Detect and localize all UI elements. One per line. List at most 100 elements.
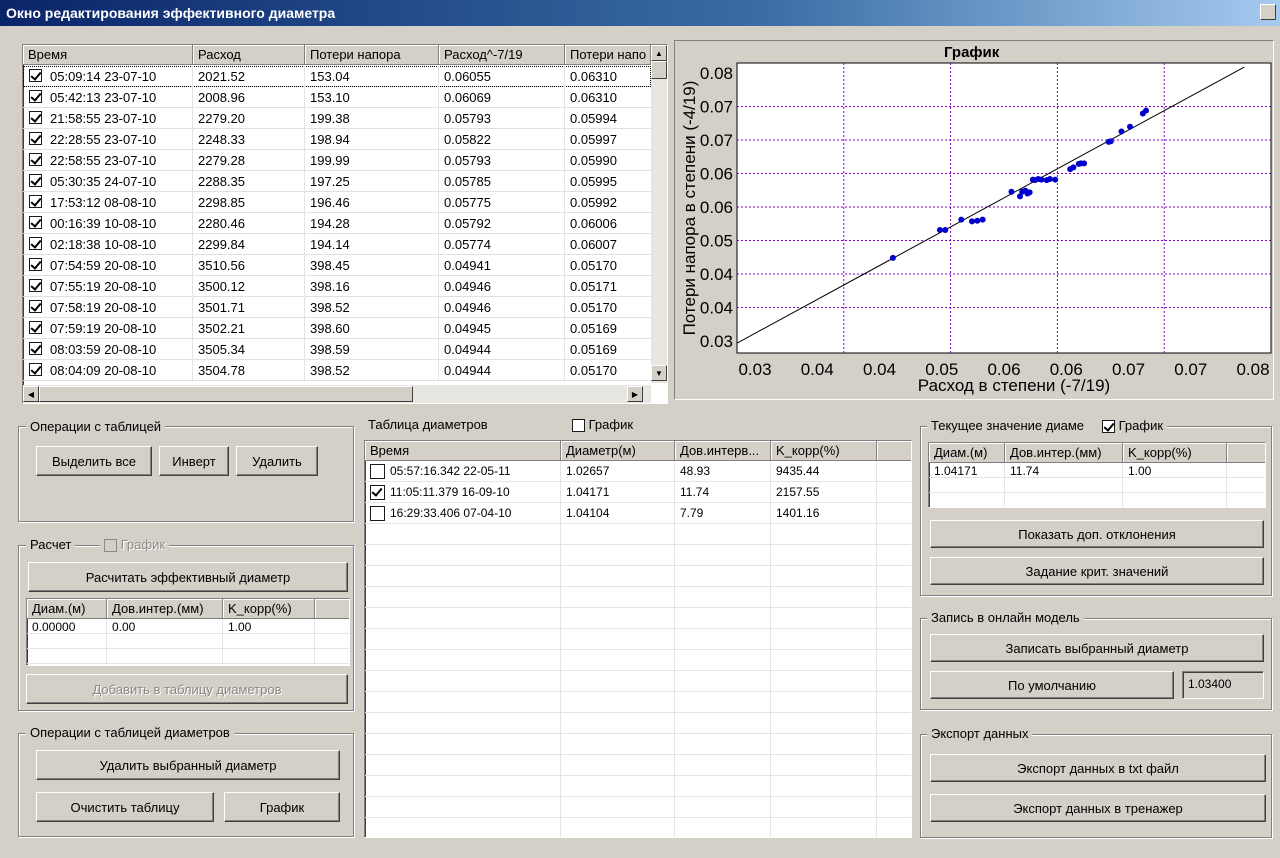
horizontal-scrollbar[interactable]: ◀ ▶ (23, 385, 651, 403)
diam-graph-button[interactable]: График (224, 792, 340, 822)
row-checkbox[interactable] (29, 300, 42, 313)
row-checkbox[interactable] (29, 153, 42, 166)
y-tick-label: 0.04 (700, 299, 733, 318)
set-critical-values-button[interactable]: Задание крит. значений (930, 557, 1264, 585)
close-icon[interactable] (1260, 4, 1276, 20)
diam-column-header[interactable]: Время (365, 441, 561, 461)
row-gridline (674, 524, 675, 545)
row-checkbox[interactable] (29, 237, 42, 250)
scroll-down-icon[interactable]: ▼ (651, 365, 667, 381)
scroll-up-icon[interactable]: ▲ (651, 45, 667, 61)
table-row[interactable]: 02:18:38 10-08-10 2299.84 194.14 0.05774 0.0… (23, 234, 651, 255)
current-graph-checkbox[interactable]: График (1102, 418, 1168, 434)
calc-column-header[interactable]: Диам.(м) (27, 599, 107, 619)
row-checkbox[interactable] (29, 342, 42, 355)
diam-table-graph-check-icon[interactable] (572, 419, 585, 433)
row-checkbox[interactable] (29, 111, 42, 124)
hscroll-thumb[interactable] (39, 386, 413, 402)
select-all-button[interactable]: Выделить все (36, 446, 152, 476)
diam-row-checkbox[interactable] (370, 464, 385, 479)
table-row[interactable]: 07:59:19 20-08-10 3502.21 398.60 0.04945 0.0… (23, 318, 651, 339)
table-row[interactable]: 07:55:19 20-08-10 3500.12 398.16 0.04946 0.0… (23, 276, 651, 297)
current-column-header[interactable]: K_корр(%) (1123, 443, 1227, 463)
default-value-field[interactable]: 1.03400 (1182, 671, 1264, 699)
export-trainer-button[interactable]: Экспорт данных в тренажер (930, 794, 1266, 822)
row-gridline (564, 192, 565, 213)
default-button[interactable]: По умолчанию (930, 671, 1174, 699)
scroll-right-icon[interactable]: ▶ (627, 386, 643, 402)
cell-loss: 153.04 (310, 69, 350, 84)
calc-result-table: Диам.(м) Дов.интер.(мм) K_корр(%) 0.00000 0.… (26, 598, 350, 666)
scroll-thumb[interactable] (651, 61, 667, 79)
row-gridline (564, 360, 565, 381)
table-row[interactable]: 22:58:55 23-07-10 2279.28 199.99 0.05793 0.0… (23, 150, 651, 171)
current-graph-check-icon[interactable] (1102, 420, 1115, 434)
diam-column-header[interactable]: K_корр(%) (771, 441, 877, 461)
table-row[interactable]: 05:09:14 23-07-10 2021.52 153.04 0.06055 0.0… (23, 66, 651, 87)
table-row[interactable]: 22:28:55 23-07-10 2248.33 198.94 0.05822 0.0… (23, 129, 651, 150)
row-gridline (438, 339, 439, 360)
add-to-diameter-table-button[interactable]: Добавить в таблицу диаметров (26, 674, 348, 704)
data-point (1046, 176, 1053, 182)
row-checkbox[interactable] (29, 195, 42, 208)
diam-table-graph-checkbox[interactable]: График (572, 417, 633, 433)
row-gridline (876, 818, 877, 837)
row-gridline (192, 276, 193, 297)
row-checkbox[interactable] (29, 279, 42, 292)
diam-row[interactable]: 05:57:16.342 22-05-11 1.02657 48.93 9435.44 (365, 461, 911, 482)
row-gridline (674, 818, 675, 837)
column-header[interactable]: Потери напо (565, 45, 651, 65)
table-row[interactable]: 17:53:12 08-08-10 2298.85 196.46 0.05775 0.0… (23, 192, 651, 213)
cell-flow-pow: 0.05785 (444, 174, 491, 189)
diam-cell-time: 11:05:11.379 16-09-10 (390, 485, 510, 499)
row-checkbox[interactable] (29, 363, 42, 376)
calc-graph-check-icon[interactable] (104, 539, 117, 553)
table-row[interactable]: 07:58:19 20-08-10 3501.71 398.52 0.04946 0.0… (23, 297, 651, 318)
current-column-header[interactable]: Диам.(м) (929, 443, 1005, 463)
cell-time: 21:58:55 23-07-10 (50, 111, 157, 126)
column-header[interactable]: Расход^-7/19 (439, 45, 565, 65)
row-checkbox[interactable] (29, 258, 42, 271)
table-row[interactable]: 05:30:35 24-07-10 2288.35 197.25 0.05785 0.0… (23, 171, 651, 192)
row-gridline (192, 108, 193, 129)
x-tick-label: 0.03 (738, 360, 771, 379)
table-row[interactable]: 00:16:39 10-08-10 2280.46 194.28 0.05792 0.0… (23, 213, 651, 234)
column-header[interactable]: Расход (193, 45, 305, 65)
row-checkbox[interactable] (29, 321, 42, 334)
row-checkbox[interactable] (29, 90, 42, 103)
column-header[interactable]: Время (23, 45, 193, 65)
current-column-header[interactable]: Дов.интер.(мм) (1005, 443, 1123, 463)
export-txt-button[interactable]: Экспорт данных в txt файл (930, 754, 1266, 782)
delete-selected-diameter-button[interactable]: Удалить выбранный диаметр (36, 750, 340, 780)
diam-row-checkbox[interactable] (370, 485, 385, 500)
diam-row[interactable]: 11:05:11.379 16-09-10 1.04171 11.74 2157.55 (365, 482, 911, 503)
row-checkbox[interactable] (29, 174, 42, 187)
row-gridline (560, 755, 561, 776)
invert-button[interactable]: Инверт (159, 446, 229, 476)
table-row[interactable]: 08:04:09 20-08-10 3504.78 398.52 0.04944 0.0… (23, 360, 651, 381)
diam-row-checkbox[interactable] (370, 506, 385, 521)
show-deviations-button[interactable]: Показать доп. отклонения (930, 520, 1264, 548)
row-checkbox[interactable] (29, 132, 42, 145)
table-row[interactable]: 07:54:59 20-08-10 3510.56 398.45 0.04941 0.0… (23, 255, 651, 276)
delete-button[interactable]: Удалить (236, 446, 318, 476)
calc-column-header[interactable]: Дов.интер.(мм) (107, 599, 223, 619)
scroll-left-icon[interactable]: ◀ (23, 386, 39, 402)
row-checkbox[interactable] (29, 216, 42, 229)
write-selected-diameter-button[interactable]: Записать выбранный диаметр (930, 634, 1264, 662)
diam-row[interactable]: 16:29:33.406 07-04-10 1.04104 7.79 1401.16 (365, 503, 911, 524)
diam-column-header[interactable]: Дов.интерв... (675, 441, 771, 461)
column-header[interactable]: Потери напора (305, 45, 439, 65)
table-row[interactable]: 21:58:55 23-07-10 2279.20 199.38 0.05793 0.0… (23, 108, 651, 129)
calc-column-header[interactable]: K_корр(%) (223, 599, 315, 619)
table-row[interactable]: 08:03:59 20-08-10 3505.34 398.59 0.04944 0.0… (23, 339, 651, 360)
diam-row (365, 629, 911, 650)
diam-column-header[interactable]: Диаметр(м) (561, 441, 675, 461)
calculate-diameter-button[interactable]: Расчитать эффективный диаметр (28, 562, 348, 592)
table-row[interactable]: 05:42:13 23-07-10 2008.96 153.10 0.06069 0.0… (23, 87, 651, 108)
row-checkbox[interactable] (29, 69, 42, 82)
clear-table-button[interactable]: Очистить таблицу (36, 792, 214, 822)
row-gridline (564, 87, 565, 108)
calc-graph-checkbox[interactable]: График (100, 537, 170, 553)
vertical-scrollbar[interactable]: ▲ ▼ (651, 45, 667, 383)
